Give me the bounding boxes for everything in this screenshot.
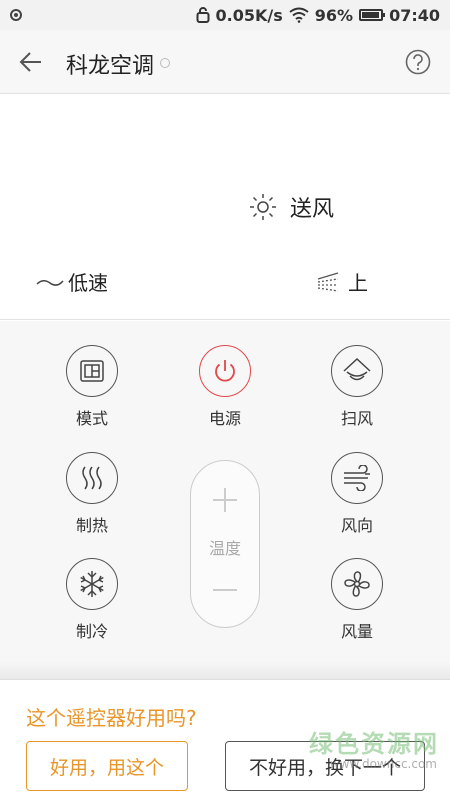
back-button[interactable] [14, 46, 48, 78]
works-use-this-button[interactable]: 好用，用这个 [26, 741, 188, 791]
page-title: 科龙空调 [66, 54, 155, 79]
snowflake-icon [80, 571, 104, 597]
question-circle-icon [405, 49, 431, 75]
mode-status: 送风 [248, 191, 334, 223]
temperature-control: 温度 [190, 460, 260, 628]
wind-icon [344, 465, 370, 491]
sun-fan-icon [250, 194, 276, 220]
remote-controls: 模式 电源 扫风 制热 风向 制冷 风量 温度 [0, 321, 450, 661]
direction-control[interactable]: 风向 [307, 452, 407, 536]
swing-control[interactable]: 扫风 [307, 345, 407, 429]
power-control[interactable]: 电源 [175, 345, 275, 429]
cool-button[interactable] [66, 558, 118, 610]
mode-label: 送风 [290, 197, 335, 222]
speed-label: 低速 [68, 271, 108, 295]
temperature-up-button[interactable] [203, 483, 247, 517]
mode-window-icon [80, 360, 104, 382]
arrow-left-icon [19, 52, 41, 72]
mode-button[interactable] [66, 345, 118, 397]
doesnt-work-next-button[interactable]: 不好用，换下一个 [225, 741, 425, 791]
fan-speed-control[interactable]: 风量 [307, 558, 407, 642]
network-speed: 0.05K/s [215, 5, 283, 25]
panel-divider [0, 661, 450, 679]
status-bar: 0.05K/s 96% 07:40 [0, 0, 450, 30]
clock: 07:40 [389, 5, 440, 25]
mode-control[interactable]: 模式 [42, 345, 142, 429]
fan-speed-button[interactable] [331, 558, 383, 610]
temperature-label: 温度 [208, 539, 241, 558]
wave-icon [36, 279, 64, 286]
plus-icon [213, 488, 237, 512]
direction-button-label: 风向 [340, 516, 373, 535]
airflow-up-icon [317, 271, 339, 292]
feedback-question: 这个遥控器好用吗? [26, 706, 197, 730]
power-button-label: 电源 [208, 409, 241, 428]
battery-icon [359, 9, 386, 21]
speed-status: 低速 [36, 267, 108, 296]
help-button[interactable] [404, 48, 432, 76]
fan-icon [344, 571, 370, 597]
title-bar: 科龙空调 [0, 30, 450, 94]
feedback-section: 这个遥控器好用吗? 好用，用这个 不好用，换下一个 绿色资源网 www.down… [0, 679, 450, 800]
status-icons: 0.05K/s 96% 07:40 [190, 5, 440, 25]
battery-percent: 96% [314, 5, 354, 25]
heat-button[interactable] [66, 452, 118, 504]
heat-waves-icon [82, 466, 102, 490]
direction-button[interactable] [331, 452, 383, 504]
swing-button[interactable] [331, 345, 383, 397]
wifi-icon [289, 7, 309, 23]
power-button[interactable] [199, 345, 251, 397]
power-icon [215, 360, 235, 382]
cool-button-label: 制冷 [75, 622, 108, 641]
heat-control[interactable]: 制热 [42, 452, 142, 536]
minus-icon [213, 589, 237, 591]
connection-status-icon [160, 58, 170, 68]
fan-speed-button-label: 风量 [340, 622, 373, 641]
mode-button-label: 模式 [75, 409, 108, 428]
heat-button-label: 制热 [75, 516, 108, 535]
temperature-down-button[interactable] [203, 573, 247, 607]
cool-control[interactable]: 制冷 [42, 558, 142, 642]
record-indicator-icon [10, 9, 22, 21]
swing-icon [343, 357, 371, 381]
swing-button-label: 扫风 [340, 409, 373, 428]
ac-status-display: 送风 低速 上 [0, 95, 450, 320]
direction-label: 上 [348, 271, 368, 295]
direction-status: 上 [316, 267, 368, 296]
lock-icon [196, 7, 210, 23]
